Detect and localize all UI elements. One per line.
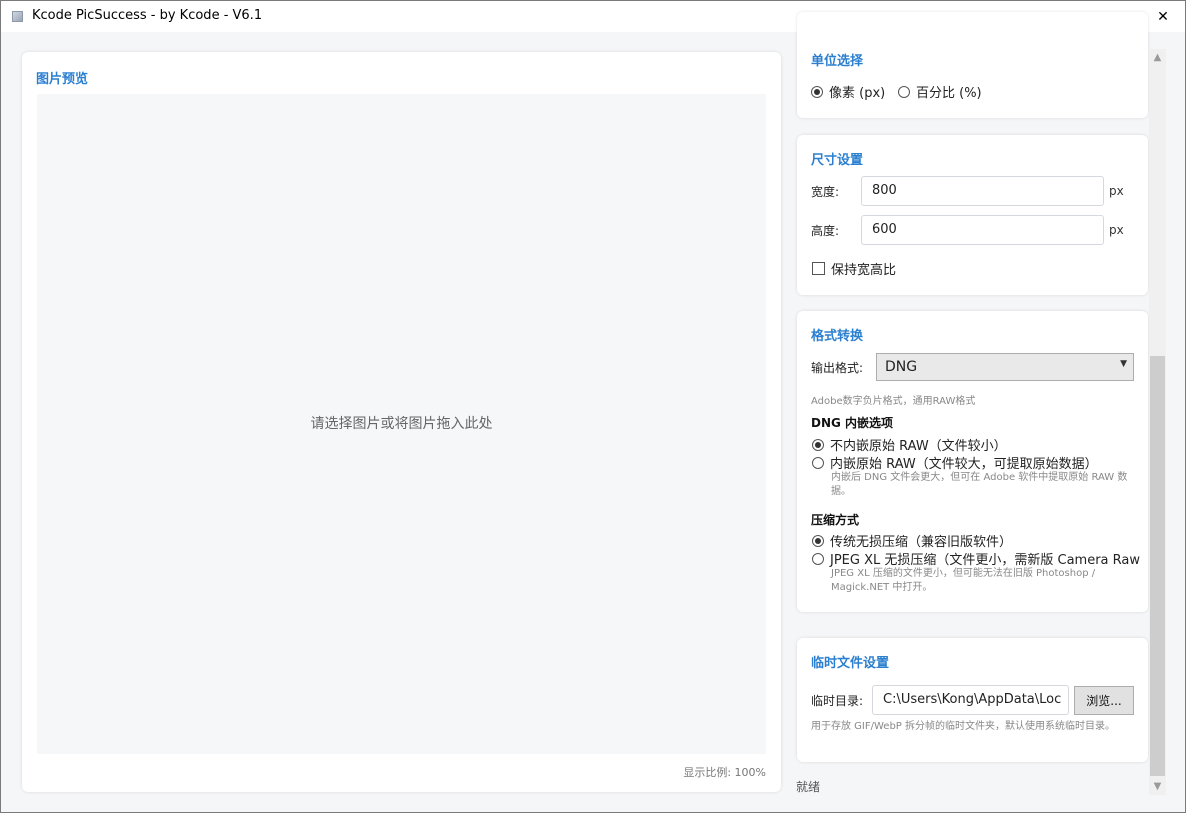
embed-option-raw[interactable]: 内嵌原始 RAW（文件较大，可提取原始数据） [812,453,1098,472]
unit-option-percent[interactable]: 百分比 (%) [898,82,982,101]
unit-title: 单位选择 [811,54,864,69]
radio-checked-icon [812,534,824,547]
output-format-label: 输出格式: [811,361,864,375]
browse-button[interactable]: 浏览... [1074,686,1134,715]
size-panel: 尺寸设置 宽度: 800 px 高度: 600 px 保持宽高比 [797,135,1148,295]
height-unit: px [1109,223,1124,237]
status-bar-text: 就绪 [796,780,821,794]
compress-option-label: JPEG XL 无损压缩（文件更小，需新版 Camera Raw [830,553,1141,568]
chevron-down-icon: ▼ [1120,359,1127,369]
checkbox-icon [812,262,825,275]
settings-scrollbar[interactable]: ▲ ▼ [1149,49,1166,795]
dng-embed-heading: DNG 内嵌选项 [811,416,894,430]
width-label: 宽度: [811,185,840,199]
size-title: 尺寸设置 [811,153,864,168]
preview-panel: 图片预览 请选择图片或将图片拖入此处 显示比例: 100% [22,52,781,792]
compress-option-legacy[interactable]: 传统无损压缩（兼容旧版软件） [812,531,1012,550]
app-window: Kcode PicSuccess - by Kcode - V6.1 ✕ 图片预… [0,0,1186,813]
compress-note: JPEG XL 压缩的文件更小，但可能无法在旧版 Photoshop / Mag… [831,568,1096,593]
client-area: 图片预览 请选择图片或将图片拖入此处 显示比例: 100% 单位选择 像素 (p… [1,12,1185,812]
embed-option-label: 不内嵌原始 RAW（文件较小） [830,439,1007,454]
radio-checked-icon [812,438,824,451]
width-input[interactable]: 800 [861,176,1104,206]
radio-icon [812,456,824,469]
unit-panel: 单位选择 像素 (px) 百分比 (%) [797,12,1148,118]
compress-option-jxl[interactable]: JPEG XL 无损压缩（文件更小，需新版 Camera Raw [812,549,1142,568]
output-format-value: DNG [885,359,918,375]
radio-checked-icon [811,85,823,98]
radio-icon [812,552,824,565]
embed-option-label: 内嵌原始 RAW（文件较大，可提取原始数据） [830,457,1098,472]
embed-note: 内嵌后 DNG 文件会更大，但可在 Adobe 软件中提取原始 RAW 数据。 [831,472,1128,497]
unit-option-px[interactable]: 像素 (px) [811,82,885,101]
close-icon: ✕ [1157,8,1169,25]
format-description: Adobe数字负片格式，通用RAW格式 [811,396,976,407]
format-panel: 格式转换 输出格式: DNG ▼ Adobe数字负片格式，通用RAW格式 DNG… [797,311,1148,612]
zoom-level: 显示比例: 100% [683,766,766,779]
temp-note: 用于存放 GIF/WebP 拆分帧的临时文件夹，默认使用系统临时目录。 [811,721,1116,732]
keep-ratio-label: 保持宽高比 [831,263,897,278]
temp-title: 临时文件设置 [811,656,890,671]
output-format-select[interactable]: DNG ▼ [876,353,1134,381]
height-input[interactable]: 600 [861,215,1104,245]
compress-option-label: 传统无损压缩（兼容旧版软件） [830,535,1013,550]
window-title: Kcode PicSuccess - by Kcode - V6.1 [32,8,263,23]
temp-dir-input[interactable]: C:\Users\Kong\AppData\Loc [872,685,1069,715]
temp-dir-label: 临时目录: [811,694,864,708]
compress-heading: 压缩方式 [811,513,860,527]
keep-ratio-checkbox[interactable]: 保持宽高比 [812,259,896,278]
image-drop-area[interactable]: 请选择图片或将图片拖入此处 [37,94,766,754]
preview-title: 图片预览 [36,72,89,87]
embed-option-none[interactable]: 不内嵌原始 RAW（文件较小） [812,435,1007,454]
scroll-down-icon[interactable]: ▼ [1149,778,1166,795]
height-label: 高度: [811,224,840,238]
unit-option-label: 百分比 (%) [916,86,982,101]
drop-hint: 请选择图片或将图片拖入此处 [310,416,493,432]
width-unit: px [1109,184,1124,198]
temp-panel: 临时文件设置 临时目录: C:\Users\Kong\AppData\Loc 浏… [797,638,1148,762]
unit-option-label: 像素 (px) [829,86,886,101]
format-title: 格式转换 [811,329,864,344]
app-icon [12,11,23,22]
radio-icon [898,85,910,98]
scroll-up-icon[interactable]: ▲ [1149,49,1166,66]
scroll-thumb[interactable] [1150,356,1165,776]
